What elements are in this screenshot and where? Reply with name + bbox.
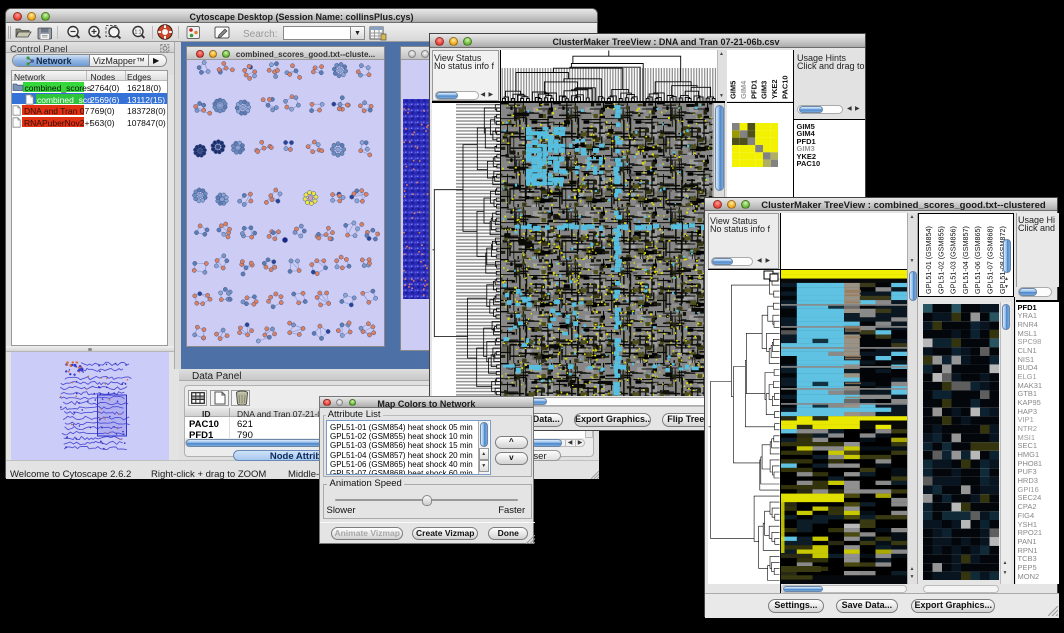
svg-text:GIM5: GIM5 xyxy=(728,80,737,98)
svg-text:1:1: 1:1 xyxy=(135,30,142,36)
svg-text:PFD1: PFD1 xyxy=(749,80,758,99)
svg-text:GPL51-02 (GSM855): GPL51-02 (GSM855) xyxy=(936,226,945,294)
svg-text:GIM4: GIM4 xyxy=(739,80,748,99)
svg-text:GPL51-07 (GSM868): GPL51-07 (GSM868) xyxy=(986,226,995,294)
svg-text:GIM3: GIM3 xyxy=(760,80,769,98)
svg-text:GPL51-01 (GSM854): GPL51-01 (GSM854) xyxy=(924,226,933,294)
svg-text:PAC10: PAC10 xyxy=(780,75,789,99)
svg-text:YKE2: YKE2 xyxy=(770,79,779,99)
svg-text:GPL51-04 (GSM857): GPL51-04 (GSM857) xyxy=(961,226,970,294)
svg-text:GPL51-03 (GSM856): GPL51-03 (GSM856) xyxy=(949,226,958,294)
svg-text:GPL51-06 (GSM865): GPL51-06 (GSM865) xyxy=(973,226,982,294)
